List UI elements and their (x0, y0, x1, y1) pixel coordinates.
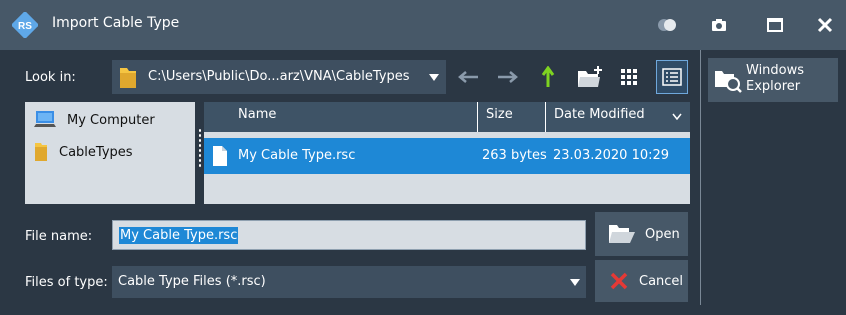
pane-splitter[interactable] (198, 128, 202, 168)
place-item-my-computer[interactable]: My Computer (33, 108, 155, 132)
app-logo-icon: RS (12, 12, 38, 38)
place-item-cabletypes[interactable]: CableTypes (33, 140, 133, 164)
toggle-icon (658, 19, 676, 31)
column-label: Size (486, 107, 513, 122)
up-arrow-icon (541, 66, 555, 87)
folder-icon (120, 68, 136, 88)
look-in-path: C:\Users\Public\Do...arz\VNA\CableTypes (148, 69, 410, 84)
open-folder-icon (609, 225, 635, 243)
chevron-down-icon (429, 74, 439, 81)
forward-button[interactable] (492, 60, 524, 94)
column-header-name[interactable]: Name (204, 102, 478, 132)
close-icon (817, 17, 833, 33)
close-button[interactable] (808, 9, 842, 41)
folder-icon (35, 143, 47, 161)
file-name-label: File name: (25, 229, 93, 244)
windows-explorer-button[interactable]: Windows Explorer (708, 58, 838, 102)
file-size-cell: 263 bytes (482, 148, 547, 163)
detail-view-icon (662, 68, 682, 86)
chevron-down-icon (570, 279, 580, 286)
computer-icon (34, 111, 56, 127)
import-cable-type-dialog: RS Import Cable Type Look in: C:\Users\P… (0, 0, 846, 315)
toggle-button[interactable] (650, 9, 684, 41)
title-bar[interactable]: RS Import Cable Type (0, 0, 846, 50)
maximize-button[interactable] (758, 9, 792, 41)
up-one-level-button[interactable] (532, 60, 564, 94)
cancel-x-icon (610, 272, 628, 290)
forward-arrow-icon (498, 71, 518, 83)
screenshot-button[interactable] (702, 9, 736, 41)
cancel-button[interactable]: Cancel (595, 260, 688, 302)
cancel-label: Cancel (639, 273, 684, 289)
svg-text:RS: RS (18, 21, 32, 32)
windows-explorer-line2: Explorer (746, 79, 801, 94)
windows-explorer-line1: Windows (746, 63, 805, 78)
new-folder-button[interactable] (574, 60, 606, 94)
look-in-combo[interactable]: C:\Users\Public\Do...arz\VNA\CableTypes (112, 60, 446, 94)
explorer-search-icon (715, 71, 742, 93)
detail-view-button[interactable] (656, 60, 688, 94)
window-title: Import Cable Type (52, 15, 180, 31)
list-view-button[interactable] (614, 60, 646, 94)
open-label: Open (645, 226, 680, 242)
back-button[interactable] (452, 60, 484, 94)
file-name-value: My Cable Type.rsc (119, 227, 239, 244)
place-label: My Computer (67, 112, 155, 128)
open-button[interactable]: Open (595, 212, 688, 256)
windows-explorer-label: Windows Explorer (746, 63, 836, 95)
files-of-type-combo[interactable]: Cable Type Files (*.rsc) (112, 266, 586, 298)
column-header-size[interactable]: Size (478, 102, 546, 132)
file-list: Name Size Date Modified My Cable Type.rs… (204, 102, 690, 204)
column-label: Date Modified (554, 107, 645, 122)
maximize-icon (767, 18, 783, 32)
back-arrow-icon (458, 71, 478, 83)
new-folder-icon (578, 66, 602, 87)
file-name-input[interactable]: My Cable Type.rsc (112, 220, 586, 250)
files-of-type-value: Cable Type Files (*.rsc) (118, 274, 266, 289)
file-icon (213, 146, 227, 166)
file-list-header: Name Size Date Modified (204, 102, 690, 132)
table-row[interactable]: My Cable Type.rsc 263 bytes 23.03.2020 1… (204, 138, 690, 174)
camera-icon (712, 19, 726, 31)
file-name-cell: My Cable Type.rsc (238, 148, 356, 163)
look-in-label: Look in: (25, 70, 76, 85)
vertical-divider (700, 50, 701, 305)
column-label: Name (238, 107, 277, 122)
place-label: CableTypes (59, 144, 133, 160)
list-view-icon (621, 69, 637, 85)
sort-descending-icon (672, 113, 682, 120)
file-date-cell: 23.03.2020 10:29 (553, 148, 670, 163)
column-header-date-modified[interactable]: Date Modified (546, 102, 690, 132)
files-of-type-label: Files of type: (25, 275, 108, 290)
places-pane: My Computer CableTypes (25, 102, 195, 204)
